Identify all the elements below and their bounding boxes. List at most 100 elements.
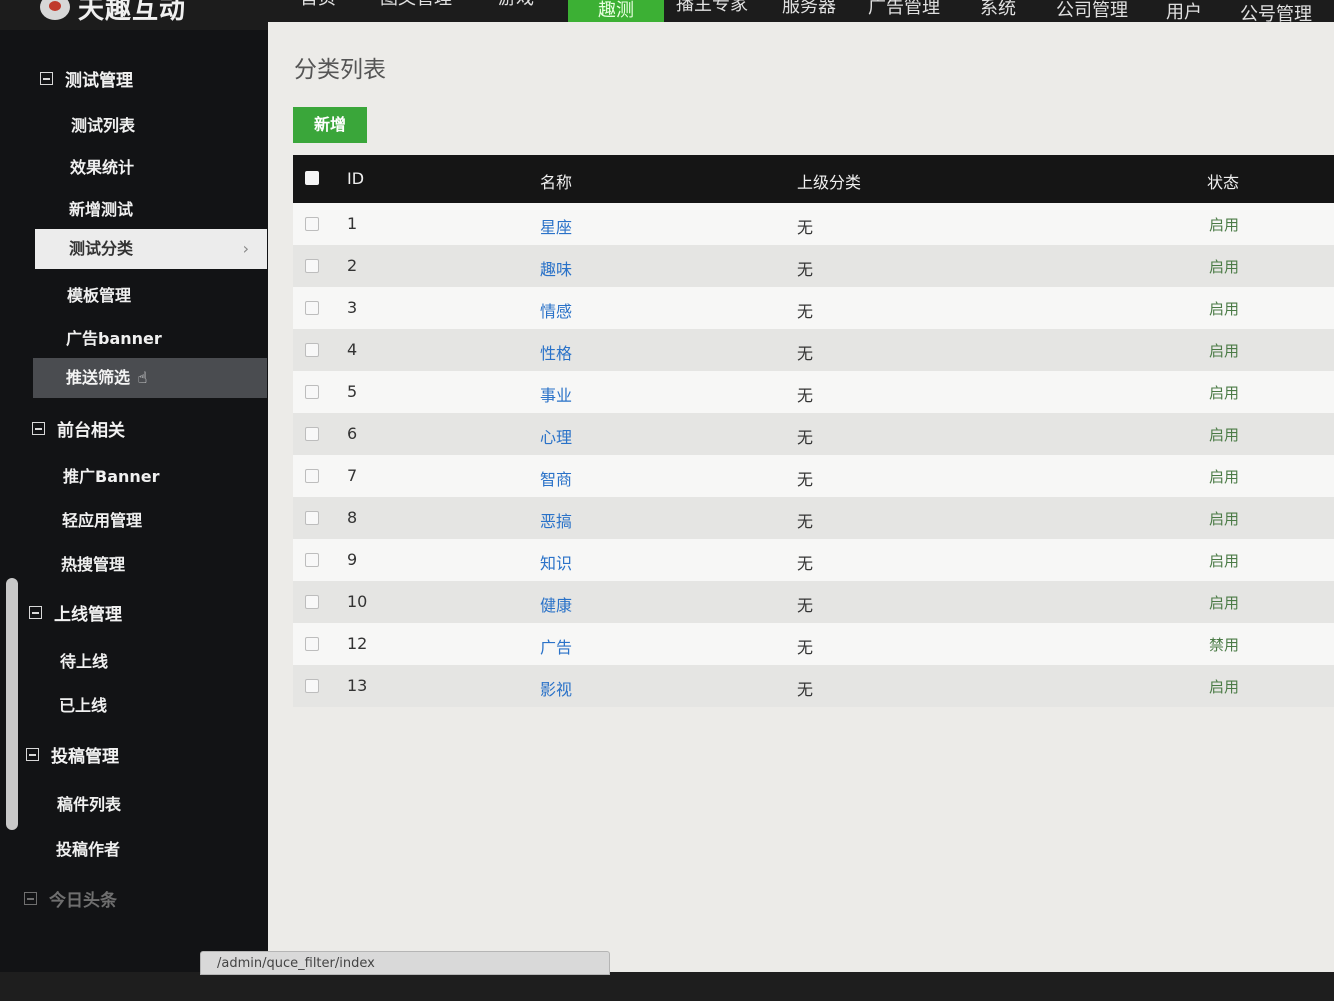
sidebar-item-manuscripts[interactable]: 稿件列表 xyxy=(57,791,121,815)
brand-logo[interactable]: 天趣互动 xyxy=(40,0,186,25)
row-status: 启用 xyxy=(1209,384,1240,402)
sidebar-item-authors[interactable]: 投稿作者 xyxy=(56,836,120,860)
add-button[interactable]: 新增 xyxy=(293,107,367,143)
sidebar-item-pending[interactable]: 待上线 xyxy=(60,648,108,672)
row-parent: 无 xyxy=(797,596,814,615)
sidebar-scrollbar[interactable] xyxy=(6,578,18,830)
row-checkbox[interactable] xyxy=(305,511,319,525)
sidebar-item-hot-search[interactable]: 热搜管理 xyxy=(61,551,125,575)
row-name-link[interactable]: 广告 xyxy=(540,634,572,658)
row-parent: 无 xyxy=(797,260,814,279)
row-name-link[interactable]: 情感 xyxy=(540,298,572,322)
row-name-link[interactable]: 星座 xyxy=(540,214,572,238)
sidebar-group-label: 前台相关 xyxy=(57,421,125,441)
row-name-link[interactable]: 智商 xyxy=(540,466,572,490)
row-status: 启用 xyxy=(1209,342,1240,360)
select-all-checkbox[interactable] xyxy=(305,171,319,185)
sidebar-item-released[interactable]: 已上线 xyxy=(59,692,107,716)
row-checkbox[interactable] xyxy=(305,385,319,399)
column-header-id: ID xyxy=(347,169,365,188)
row-name-link[interactable]: 影视 xyxy=(540,676,572,700)
row-parent: 无 xyxy=(797,386,814,405)
table-row: 2 趣味 无 启用 xyxy=(293,245,1334,287)
row-status: 启用 xyxy=(1209,678,1240,696)
row-checkbox[interactable] xyxy=(305,637,319,651)
row-id: 1 xyxy=(347,214,358,233)
row-status: 禁用 xyxy=(1209,636,1240,654)
row-name-link[interactable]: 性格 xyxy=(540,340,572,364)
row-id: 10 xyxy=(347,592,368,611)
sidebar-group-test-management[interactable]: 测试管理 xyxy=(40,66,133,91)
table-row: 5 事业 无 启用 xyxy=(293,371,1334,413)
row-status: 启用 xyxy=(1209,468,1240,486)
row-parent: 无 xyxy=(797,344,814,363)
table-row: 10 健康 无 启用 xyxy=(293,581,1334,623)
row-parent: 无 xyxy=(797,554,814,573)
sidebar-group-release[interactable]: 上线管理 xyxy=(29,600,122,625)
row-checkbox[interactable] xyxy=(305,427,319,441)
sidebar-item-test-category[interactable]: 测试分类 › xyxy=(35,229,267,269)
table-header: ID 名称 上级分类 状态 xyxy=(293,155,1334,203)
row-status: 启用 xyxy=(1209,216,1240,234)
row-id: 8 xyxy=(347,508,358,527)
column-header-name: 名称 xyxy=(540,173,573,192)
logo-text: 天趣互动 xyxy=(78,0,187,25)
sidebar-item-templates[interactable]: 模板管理 xyxy=(67,282,131,306)
row-status: 启用 xyxy=(1209,594,1240,612)
logo-icon xyxy=(40,0,70,20)
row-checkbox[interactable] xyxy=(305,469,319,483)
row-name-link[interactable]: 健康 xyxy=(540,592,572,616)
row-id: 9 xyxy=(347,550,358,569)
row-checkbox[interactable] xyxy=(305,595,319,609)
sidebar-group-frontend[interactable]: 前台相关 xyxy=(32,416,125,441)
row-name-link[interactable]: 知识 xyxy=(540,550,572,574)
row-status: 启用 xyxy=(1209,426,1240,444)
nav-item-articles[interactable]: 图文管理 xyxy=(380,0,452,18)
row-id: 13 xyxy=(347,676,368,695)
sidebar-group-toutiao[interactable]: 今日头条 xyxy=(24,886,117,911)
chevron-right-icon: › xyxy=(242,239,249,258)
sidebar-item-ad-banner[interactable]: 广告banner xyxy=(66,325,162,349)
collapse-icon xyxy=(24,892,37,905)
sidebar-item-lite-apps[interactable]: 轻应用管理 xyxy=(62,507,142,531)
row-parent: 无 xyxy=(797,638,814,657)
row-checkbox[interactable] xyxy=(305,679,319,693)
table-row: 13 影视 无 启用 xyxy=(293,665,1334,707)
sidebar-group-label: 今日头条 xyxy=(49,891,117,911)
sidebar: 测试管理 测试列表 效果统计 新增测试 测试分类 › 模板管理 广告banner… xyxy=(0,30,268,1001)
row-parent: 无 xyxy=(797,218,814,237)
row-checkbox[interactable] xyxy=(305,553,319,567)
row-id: 5 xyxy=(347,382,358,401)
sidebar-item-stats[interactable]: 效果统计 xyxy=(70,154,134,178)
row-name-link[interactable]: 恶搞 xyxy=(540,508,572,532)
row-checkbox[interactable] xyxy=(305,259,319,273)
table-row: 12 广告 无 禁用 xyxy=(293,623,1334,665)
sidebar-item-push-filter[interactable]: 推送筛选 ☝ xyxy=(33,358,267,398)
sidebar-group-submissions[interactable]: 投稿管理 xyxy=(26,742,119,767)
nav-item-home[interactable]: 首页 xyxy=(300,0,336,18)
row-parent: 无 xyxy=(797,428,814,447)
hand-cursor-icon: ☝ xyxy=(137,368,148,387)
sidebar-item-test-list[interactable]: 测试列表 xyxy=(71,112,135,136)
row-id: 12 xyxy=(347,634,368,653)
sidebar-item-new-test[interactable]: 新增测试 xyxy=(69,196,133,220)
nav-item-experts[interactable]: 播主专家 xyxy=(676,0,748,24)
row-name-link[interactable]: 趣味 xyxy=(540,256,572,280)
table-row: 3 情感 无 启用 xyxy=(293,287,1334,329)
row-checkbox[interactable] xyxy=(305,343,319,357)
row-checkbox[interactable] xyxy=(305,301,319,315)
column-header-status: 状态 xyxy=(1207,173,1240,192)
sidebar-group-label: 上线管理 xyxy=(54,605,122,625)
sidebar-item-promo-banner[interactable]: 推广Banner xyxy=(63,463,160,487)
collapse-icon xyxy=(32,422,45,435)
collapse-icon xyxy=(40,72,53,85)
row-checkbox[interactable] xyxy=(305,217,319,231)
row-name-link[interactable]: 事业 xyxy=(540,382,572,406)
collapse-icon xyxy=(29,606,42,619)
row-name-link[interactable]: 心理 xyxy=(540,424,572,448)
row-parent: 无 xyxy=(797,680,814,699)
row-id: 4 xyxy=(347,340,358,359)
row-status: 启用 xyxy=(1209,300,1240,318)
row-parent: 无 xyxy=(797,302,814,321)
nav-item-games[interactable]: 游戏 xyxy=(498,0,534,18)
